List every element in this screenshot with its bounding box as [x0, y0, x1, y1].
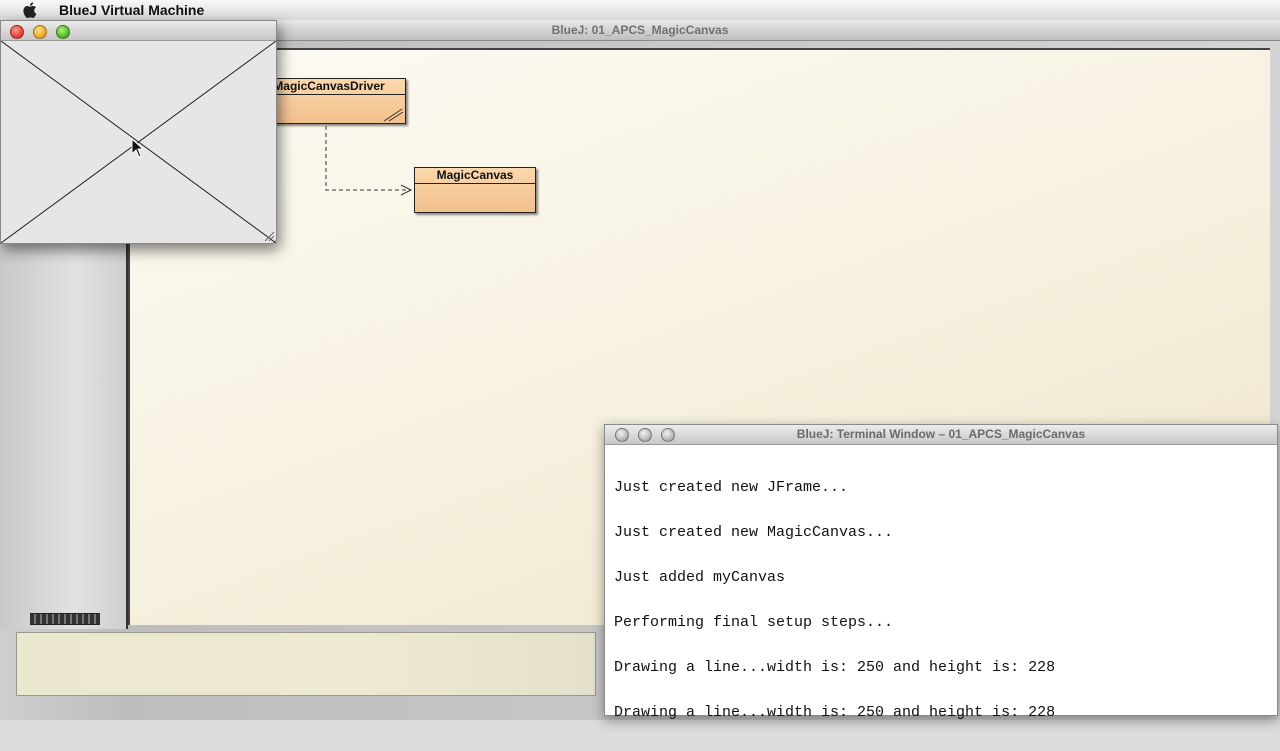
class-name-label: MagicCanvas — [415, 168, 535, 184]
terminal-window[interactable]: BlueJ: Terminal Window – 01_APCS_MagicCa… — [604, 424, 1278, 720]
menubar: BlueJ Virtual Machine — [0, 0, 1280, 21]
terminal-line: Performing final setup steps... — [614, 614, 894, 631]
mouse-cursor-icon — [131, 138, 145, 158]
terminal-line: Just created new JFrame... — [614, 479, 849, 496]
close-button[interactable] — [615, 428, 629, 442]
terminal-line: Drawing a line...width is: 250 and heigh… — [614, 659, 1056, 676]
zoom-button[interactable] — [56, 25, 70, 39]
jframe-titlebar[interactable] — [1, 21, 276, 41]
jframe-window[interactable] — [0, 20, 277, 244]
app-menu-title[interactable]: BlueJ Virtual Machine — [59, 2, 204, 18]
apple-icon[interactable] — [21, 1, 39, 19]
terminal-line: Just added myCanvas — [614, 569, 786, 586]
terminal-titlebar[interactable]: BlueJ: Terminal Window – 01_APCS_MagicCa… — [605, 425, 1277, 445]
terminal-output[interactable]: Just created new JFrame... Just created … — [614, 450, 1264, 720]
class-magiccanvas[interactable]: MagicCanvas — [414, 167, 536, 213]
terminal-line: Just created new MagicCanvas... — [614, 524, 894, 541]
machine-activity-indicator — [30, 613, 100, 625]
terminal-title: BlueJ: Terminal Window – 01_APCS_MagicCa… — [796, 427, 1086, 441]
close-button[interactable] — [10, 25, 24, 39]
terminal-line: Drawing a line...width is: 250 and heigh… — [614, 704, 1056, 721]
minimize-button[interactable] — [638, 428, 652, 442]
zoom-button[interactable] — [661, 428, 675, 442]
minimize-button[interactable] — [33, 25, 47, 39]
status-message-area — [16, 632, 596, 696]
compiled-hatch-icon — [383, 108, 404, 122]
